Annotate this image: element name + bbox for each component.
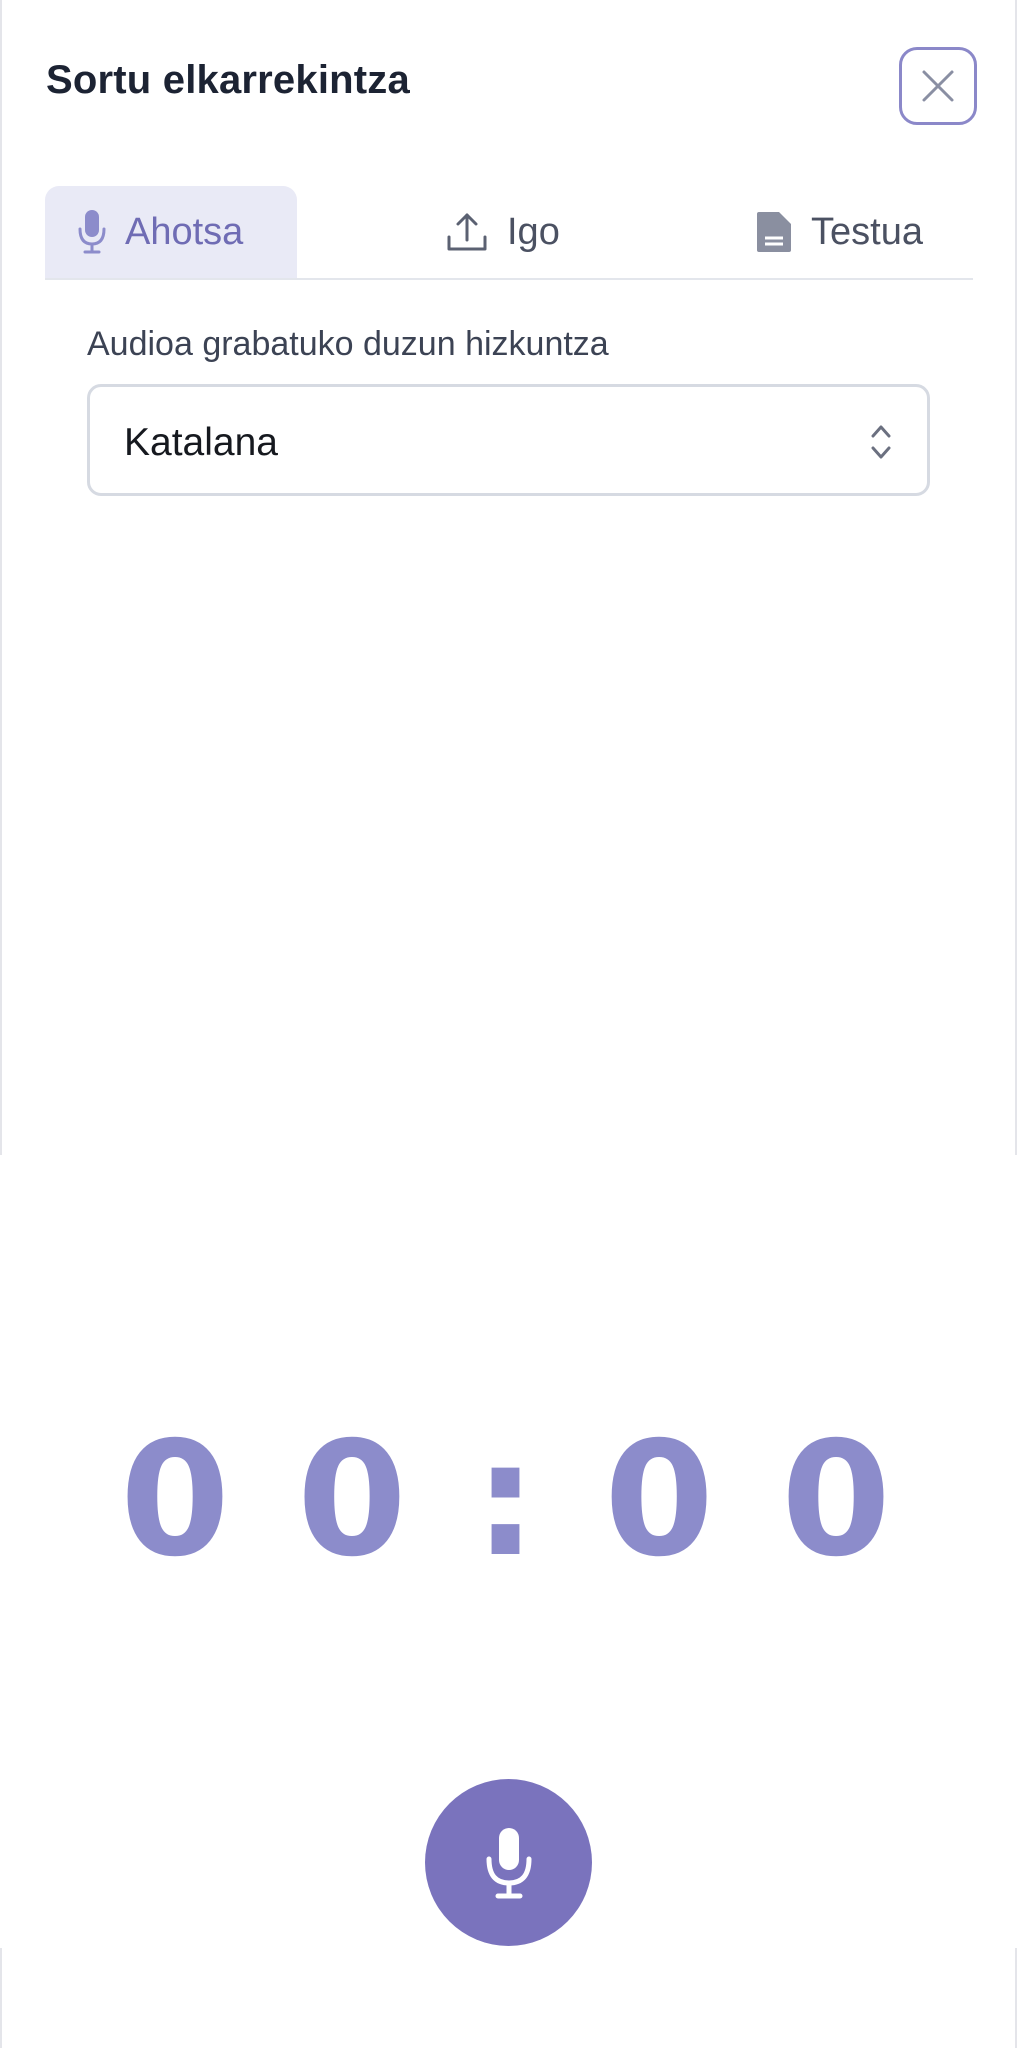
- chevron-up-down-icon: [871, 425, 891, 459]
- tab-text-label: Testua: [811, 210, 923, 253]
- modal-header: Sortu elkarrekintza: [0, 0, 1017, 150]
- upload-icon: [447, 213, 487, 251]
- close-button[interactable]: [899, 47, 977, 125]
- tab-text[interactable]: Testua: [755, 186, 923, 278]
- input-mode-tabs: Ahotsa Igo Testua: [45, 186, 973, 280]
- language-select-value: Katalana: [124, 421, 278, 464]
- microphone-icon: [486, 1827, 531, 1898]
- record-button[interactable]: [425, 1779, 592, 1946]
- tab-upload-label: Igo: [507, 210, 560, 253]
- language-field-label: Audioa grabatuko duzun hizkuntza: [87, 325, 609, 363]
- modal-title: Sortu elkarrekintza: [46, 58, 410, 102]
- close-icon: [922, 70, 954, 102]
- timer-separator: :: [473, 1408, 544, 1592]
- recording-timer: 0 0 : 0 0: [0, 1410, 1017, 1590]
- timer-minutes: 0 0: [120, 1408, 413, 1592]
- language-select[interactable]: Katalana: [87, 384, 930, 496]
- tab-upload[interactable]: Igo: [445, 186, 560, 278]
- modal-edge-left-bottom: [0, 1948, 2, 2048]
- modal-edge-left: [0, 0, 2, 1155]
- tab-voice[interactable]: Ahotsa: [45, 186, 297, 278]
- document-icon: [757, 212, 791, 252]
- create-interaction-modal: Sortu elkarrekintza Ahotsa Igo Testua Au…: [0, 0, 1017, 2048]
- tab-voice-label: Ahotsa: [125, 210, 244, 253]
- timer-seconds: 0 0: [604, 1408, 897, 1592]
- microphone-icon: [78, 210, 106, 254]
